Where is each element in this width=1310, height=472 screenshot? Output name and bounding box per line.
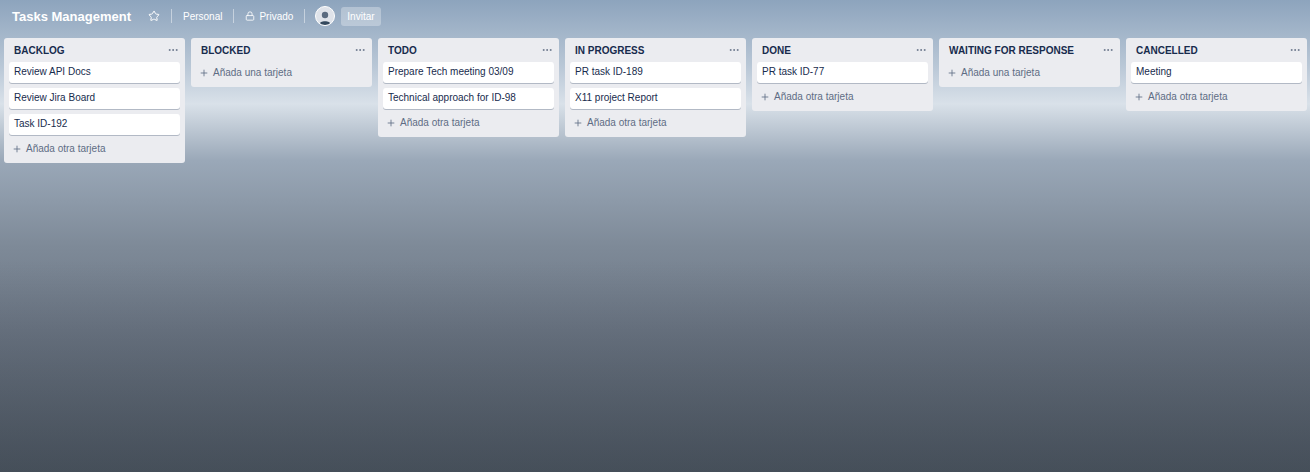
list-title[interactable]: DONE [762, 45, 791, 56]
list-column: BLOCKED Añada una tarjeta [191, 38, 372, 87]
card-list: Meeting [1131, 62, 1302, 83]
task-card[interactable]: Technical approach for ID-98 [383, 88, 554, 109]
plus-icon [760, 92, 770, 102]
list-title[interactable]: IN PROGRESS [575, 45, 644, 56]
list-column: TODO Prepare Tech meeting 03/09 Technical … [378, 38, 559, 137]
header-divider [304, 9, 305, 23]
list-header: CANCELLED [1131, 38, 1302, 62]
list-header: DONE [757, 38, 928, 62]
more-icon[interactable] [167, 44, 179, 56]
card-list: Review API Docs Review Jira Board Task ID-… [9, 62, 180, 135]
header-divider [233, 9, 234, 23]
team-button[interactable]: Personal [178, 8, 227, 25]
add-card-button[interactable]: Añada otra tarjeta [1131, 86, 1302, 107]
list-header: BLOCKED [196, 38, 367, 62]
add-card-button[interactable]: Añada otra tarjeta [9, 138, 180, 159]
list-title[interactable]: BLOCKED [201, 45, 250, 56]
more-icon[interactable] [1289, 44, 1301, 56]
card-list: PR task ID-77 [757, 62, 928, 83]
list-column: IN PROGRESS PR task ID-189 X11 project Rep… [565, 38, 746, 137]
add-card-button[interactable]: Añada otra tarjeta [757, 86, 928, 107]
task-card[interactable]: Meeting [1131, 62, 1302, 83]
list-title[interactable]: WAITING FOR RESPONSE [949, 45, 1074, 56]
more-icon[interactable] [1102, 44, 1114, 56]
add-card-button[interactable]: Añada otra tarjeta [383, 112, 554, 133]
member-avatar[interactable] [315, 6, 335, 26]
list-column: DONE PR task ID-77 Añada otra tarjeta [752, 38, 933, 111]
star-icon [148, 10, 160, 22]
card-list: Prepare Tech meeting 03/09 Technical appr… [383, 62, 554, 109]
list-header: TODO [383, 38, 554, 62]
list-column: CANCELLED Meeting Añada otra tarjeta [1126, 38, 1307, 111]
invite-button[interactable]: Invitar [341, 7, 380, 26]
more-icon[interactable] [541, 44, 553, 56]
task-card[interactable]: X11 project Report [570, 88, 741, 109]
plus-icon [12, 144, 22, 154]
list-column: BACKLOG Review API Docs Review Jira Board T… [4, 38, 185, 163]
task-card[interactable]: Task ID-192 [9, 114, 180, 135]
board-lists: BACKLOG Review API Docs Review Jira Board T… [0, 32, 1310, 163]
list-title[interactable]: TODO [388, 45, 417, 56]
plus-icon [1134, 92, 1144, 102]
add-card-button[interactable]: Añada otra tarjeta [570, 112, 741, 133]
plus-icon [199, 68, 209, 78]
lock-icon [245, 11, 255, 21]
list-column: WAITING FOR RESPONSE Añada una tarjeta [939, 38, 1120, 87]
plus-icon [573, 118, 583, 128]
list-header: BACKLOG [9, 38, 180, 62]
board-title[interactable]: Tasks Management [12, 9, 131, 24]
list-title[interactable]: BACKLOG [14, 45, 65, 56]
plus-icon [386, 118, 396, 128]
task-card[interactable]: Review Jira Board [9, 88, 180, 109]
plus-icon [947, 68, 957, 78]
list-header: WAITING FOR RESPONSE [944, 38, 1115, 62]
list-header: IN PROGRESS [570, 38, 741, 62]
add-card-button[interactable]: Añada una tarjeta [196, 62, 367, 83]
board-header: Tasks Management Personal Privado Invitar [0, 0, 1310, 32]
task-card[interactable]: Review API Docs [9, 62, 180, 83]
board-page: Tasks Management Personal Privado Invitar BA… [0, 0, 1310, 472]
card-list: PR task ID-189 X11 project Report [570, 62, 741, 109]
task-card[interactable]: PR task ID-77 [757, 62, 928, 83]
star-button[interactable] [143, 7, 165, 25]
user-icon [317, 9, 333, 25]
list-title[interactable]: CANCELLED [1136, 45, 1198, 56]
add-card-button[interactable]: Añada una tarjeta [944, 62, 1115, 83]
more-icon[interactable] [728, 44, 740, 56]
task-card[interactable]: Prepare Tech meeting 03/09 [383, 62, 554, 83]
visibility-button[interactable]: Privado [240, 8, 298, 25]
task-card[interactable]: PR task ID-189 [570, 62, 741, 83]
header-divider [171, 9, 172, 23]
more-icon[interactable] [915, 44, 927, 56]
more-icon[interactable] [354, 44, 366, 56]
